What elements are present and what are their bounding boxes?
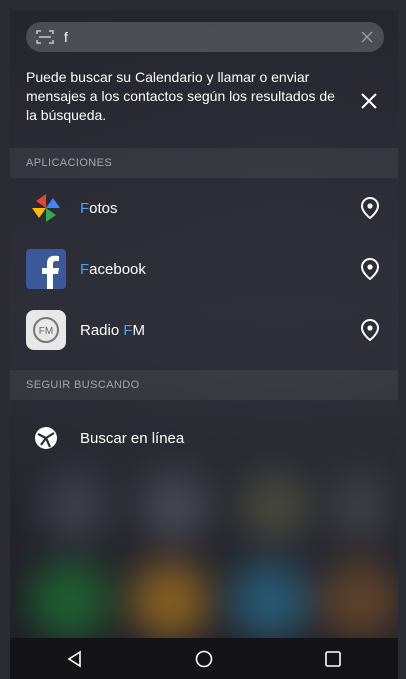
facebook-app-icon [26, 249, 66, 289]
close-icon[interactable] [358, 90, 380, 112]
scan-icon[interactable] [36, 30, 54, 44]
globe-icon [26, 418, 66, 458]
navigation-bar [10, 638, 398, 679]
location-pin-icon[interactable] [358, 318, 382, 342]
search-online-label: Buscar en línea [80, 429, 185, 447]
search-online-item[interactable]: Buscar en línea [10, 408, 398, 468]
app-result-radio-fm[interactable]: FM Radio FM [10, 300, 398, 360]
search-screen: Puede buscar su Calendario y llamar o en… [10, 10, 398, 679]
radio-fm-app-icon: FM [26, 310, 66, 350]
search-hint-text: Puede buscar su Calendario y llamar o en… [26, 69, 335, 123]
back-triangle-icon[interactable] [66, 650, 84, 668]
location-pin-icon[interactable] [358, 196, 382, 220]
close-icon[interactable] [360, 30, 374, 44]
section-header-more: SEGUIR BUSCANDO [10, 370, 398, 400]
photos-app-icon [26, 188, 66, 228]
search-input[interactable] [62, 28, 352, 46]
recents-square-icon[interactable] [324, 650, 342, 668]
svg-text:FM: FM [39, 326, 53, 337]
app-result-fotos[interactable]: Fotos [10, 178, 398, 238]
app-result-label: Radio FM [80, 321, 146, 339]
app-result-facebook[interactable]: Facebook [10, 239, 398, 299]
app-result-label: Facebook [80, 260, 146, 278]
location-pin-icon[interactable] [358, 257, 382, 281]
app-result-label: Fotos [80, 199, 118, 217]
home-circle-icon[interactable] [195, 650, 213, 668]
search-bar[interactable] [26, 22, 384, 52]
section-header-apps: APLICACIONES [10, 148, 398, 178]
